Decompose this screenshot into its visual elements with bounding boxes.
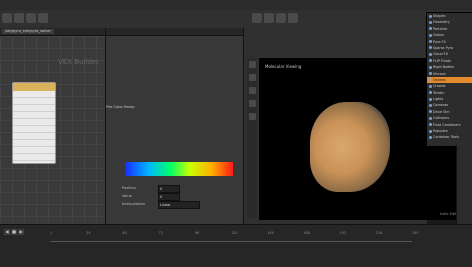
right-side-strip (456, 145, 472, 225)
parm-label-position: Position (122, 186, 136, 190)
node-port-row[interactable] (13, 91, 55, 98)
interp-value: Linear (160, 203, 171, 207)
shelf-tool[interactable] (252, 13, 262, 23)
frame-tick-label: 120 (231, 231, 238, 235)
node-port-row[interactable] (13, 126, 55, 133)
frame-tick-label: 24 (86, 231, 91, 235)
value-field[interactable]: 0 (158, 193, 180, 201)
node-port-row[interactable] (13, 133, 55, 140)
shelf-tool[interactable] (14, 13, 24, 23)
ramp-title: Fire Color Ramp (106, 105, 135, 109)
stop-icon[interactable]: ■ (11, 229, 17, 235)
vop-node[interactable] (12, 82, 56, 164)
shelf-tool[interactable] (264, 13, 274, 23)
shelf-tool[interactable] (38, 13, 48, 23)
parameter-pane: Fire Color Ramp Position 0 Value 0 Inter… (105, 28, 243, 224)
frame-ruler[interactable]: 1 24 48 72 96 120 144 168 192 216 240 (50, 231, 418, 242)
move-tool-icon[interactable] (248, 74, 256, 81)
frame-tick-label: 192 (339, 231, 347, 235)
play-back-icon[interactable]: ◀ (4, 229, 10, 235)
node-port-row[interactable] (13, 154, 55, 161)
node-port-row[interactable] (13, 119, 55, 126)
viewport-tools (247, 58, 257, 218)
scale-tool-icon[interactable] (248, 100, 256, 107)
position-value: 0 (160, 187, 163, 191)
pyro-cloud-render (310, 102, 390, 192)
viewport-overlay-text: Molecular Viewing (265, 64, 302, 69)
frame-tick-label: 144 (267, 231, 274, 235)
menu-item[interactable]: Container Tools (427, 134, 472, 140)
node-port-row[interactable] (13, 112, 55, 119)
rotate-tool-icon[interactable] (248, 87, 256, 94)
shelf-tool[interactable] (26, 13, 36, 23)
frame-tick-label: 72 (158, 231, 163, 235)
frame-tick-label: 216 (375, 231, 383, 235)
select-tool-icon[interactable] (248, 61, 256, 68)
color-ramp[interactable] (125, 162, 233, 176)
node-header (13, 83, 55, 91)
frame-tick-label: 240 (412, 231, 419, 235)
play-icon[interactable]: ▶ (18, 229, 24, 235)
handle-tool-icon[interactable] (248, 113, 256, 120)
shelf-dropdown-menu: Shapes Geometry Particles Grains Pyro FX Spar… (426, 12, 472, 147)
shelf-toolbar (0, 10, 472, 29)
frame-tick-label: 48 (122, 231, 127, 235)
node-path[interactable]: /obj/pyro_sim/pyro_solver (2, 29, 54, 34)
node-port-row[interactable] (13, 147, 55, 154)
interp-select[interactable]: Linear (158, 201, 200, 209)
parameter-tabs (106, 28, 243, 36)
value-value: 0 (160, 195, 163, 199)
position-field[interactable]: 0 (158, 185, 180, 193)
network-tabs: /obj/pyro_sim/pyro_solver (0, 28, 105, 36)
parm-label-interp: Interpolation (122, 202, 145, 206)
shelf-tool[interactable] (2, 13, 12, 23)
frame-tick-label: 1 (50, 231, 53, 235)
vex-builder-watermark: VEX Builder (58, 58, 99, 66)
shelf-tool[interactable] (288, 13, 298, 23)
node-port-row[interactable] (13, 105, 55, 112)
frame-tick-label: 96 (194, 231, 200, 235)
node-port-row[interactable] (13, 140, 55, 147)
timeline: ◀ ■ ▶ 1 24 48 72 96 120 144 168 192 216 240 (0, 224, 472, 267)
shelf-tool[interactable] (276, 13, 286, 23)
parm-label-value: Value (122, 194, 132, 198)
playback-controls: ◀ ■ ▶ (4, 229, 25, 235)
frame-tick-label: 168 (303, 231, 310, 235)
node-port-row[interactable] (13, 98, 55, 105)
